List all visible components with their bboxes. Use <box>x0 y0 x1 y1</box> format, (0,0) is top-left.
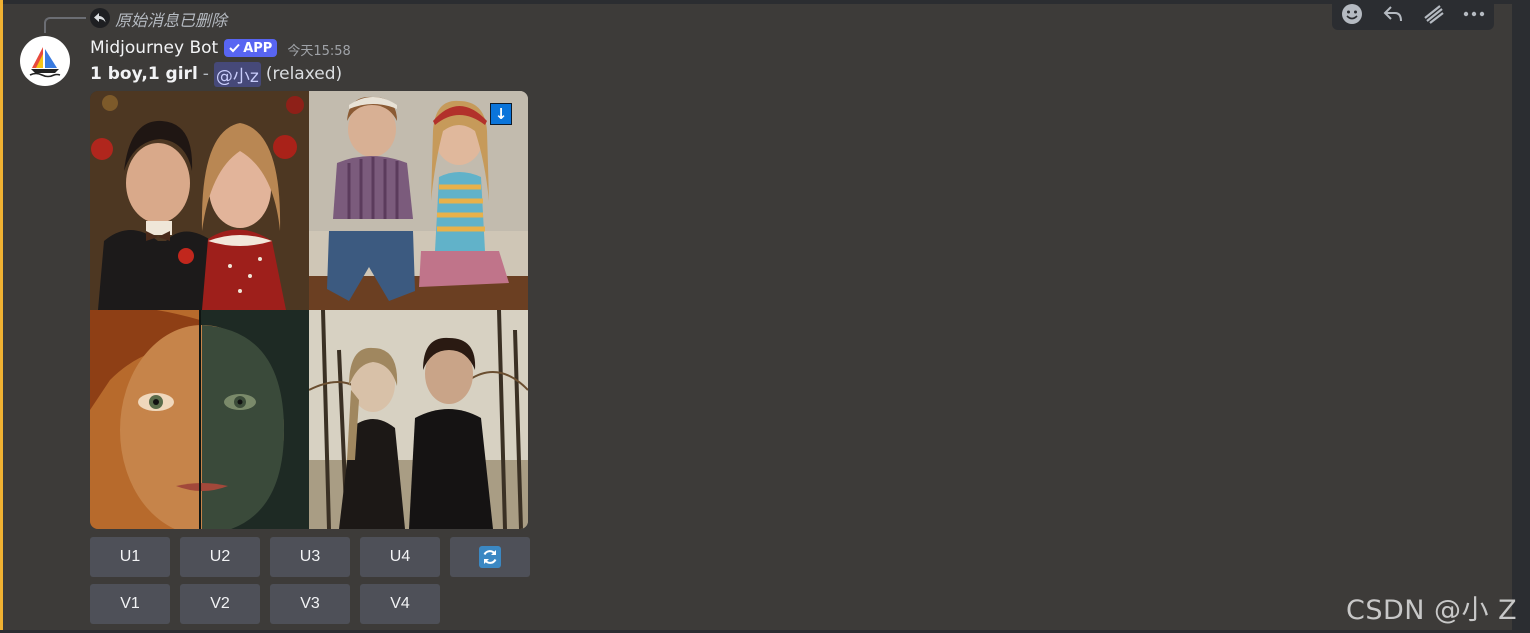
image-tile-4[interactable] <box>309 310 528 529</box>
upscale-button-1[interactable]: U1 <box>90 537 170 577</box>
variation-button-4[interactable]: V4 <box>360 584 440 624</box>
reply-icon[interactable] <box>1380 2 1406 26</box>
top-divider <box>0 0 1530 4</box>
emoji-icon[interactable] <box>1339 2 1365 26</box>
variation-button-3[interactable]: V3 <box>270 584 350 624</box>
avatar[interactable] <box>20 36 70 86</box>
message-header: Midjourney Bot APP 今天15:58 <box>90 37 351 59</box>
reply-deleted-text[interactable]: 原始消息已删除 <box>115 7 227 31</box>
reroll-button[interactable] <box>450 537 530 577</box>
message-content: 1 boy,1 girl - @小z (relaxed) <box>90 61 343 87</box>
download-button[interactable]: ↓ <box>490 103 512 125</box>
reply-arrow-icon <box>90 8 110 28</box>
upscale-button-2[interactable]: U2 <box>180 537 260 577</box>
app-badge: APP <box>224 39 278 57</box>
author-name[interactable]: Midjourney Bot <box>90 38 218 58</box>
app-badge-label: APP <box>243 40 273 56</box>
threads-icon[interactable] <box>1420 2 1446 26</box>
prompt-text: 1 boy,1 girl <box>90 64 198 84</box>
upscale-button-4[interactable]: U4 <box>360 537 440 577</box>
variation-button-1[interactable]: V1 <box>90 584 170 624</box>
mention-highlight-bar <box>0 0 3 633</box>
user-mention[interactable]: @小z <box>213 61 261 87</box>
message-hover-toolbar <box>1332 0 1494 30</box>
generated-image-grid[interactable] <box>90 91 528 529</box>
scrollbar-track[interactable] <box>1512 4 1530 633</box>
upscale-button-3[interactable]: U3 <box>270 537 350 577</box>
refresh-icon <box>479 546 501 568</box>
timestamp[interactable]: 今天15:58 <box>287 40 350 59</box>
reply-spine <box>44 17 86 33</box>
midjourney-boat-icon <box>29 47 61 78</box>
discord-chat-view: 原始消息已删除 Midjourney Bot APP 今天15:58 1 boy… <box>0 0 1530 633</box>
verified-check-icon <box>229 43 240 53</box>
separator: - <box>202 64 209 84</box>
variation-button-2[interactable]: V2 <box>180 584 260 624</box>
csdn-watermark: CSDN @小 Z <box>1346 595 1518 626</box>
more-icon[interactable] <box>1461 2 1487 26</box>
mode-label: (relaxed) <box>265 64 343 84</box>
image-tile-1[interactable] <box>90 91 309 310</box>
image-tile-3[interactable] <box>90 310 309 529</box>
